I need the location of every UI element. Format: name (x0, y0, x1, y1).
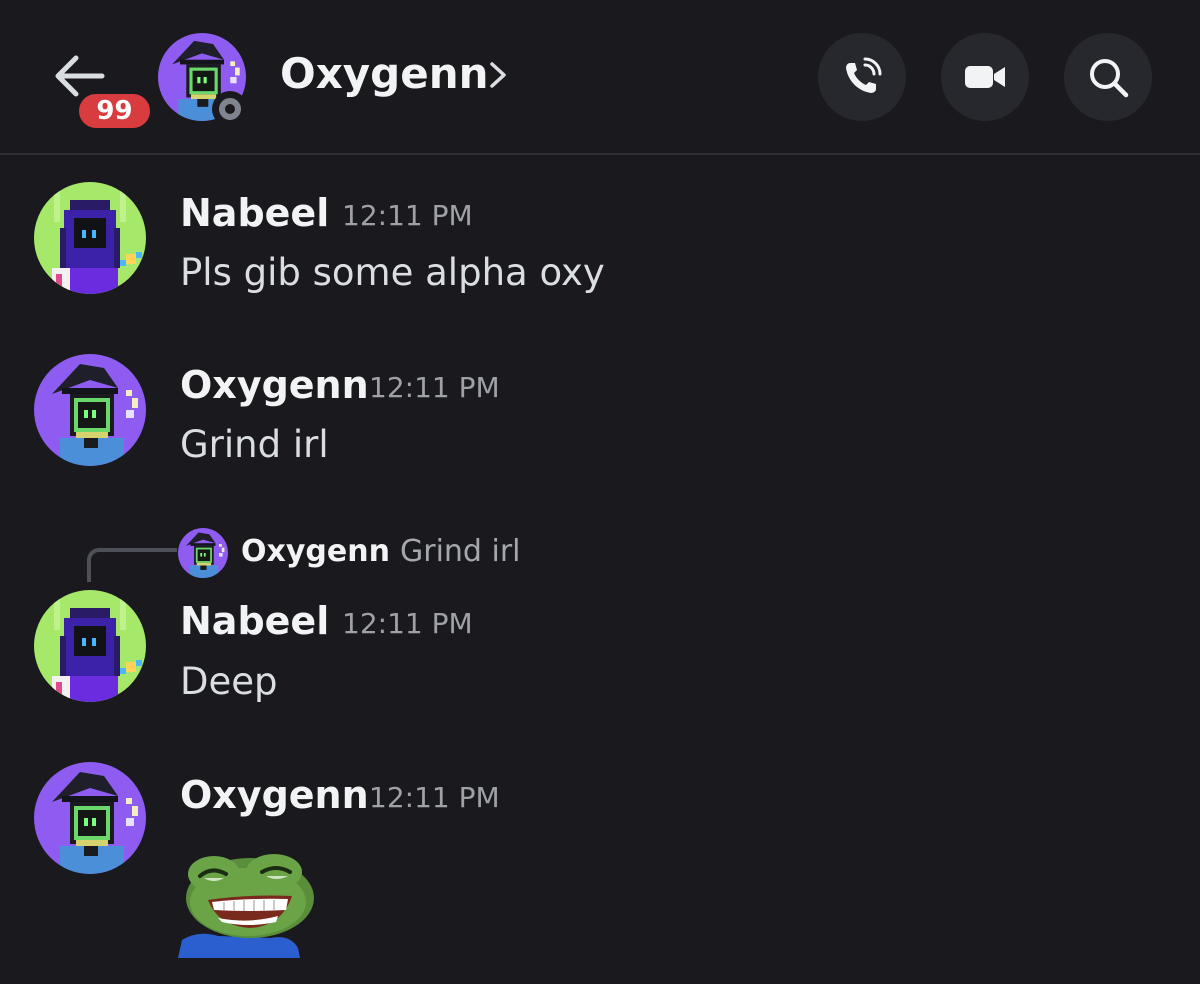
avatar[interactable] (34, 590, 146, 702)
unread-badge: 99 (75, 90, 154, 132)
search-button[interactable] (1064, 33, 1152, 121)
contact-name[interactable]: Oxygenn (280, 48, 489, 100)
chevron-right-icon[interactable] (486, 58, 510, 92)
avatar[interactable] (34, 182, 146, 294)
dm-screen: 99 Oxygenn Nabeel 12:11 PM Pls gib some … (0, 0, 1200, 984)
avatar[interactable] (34, 762, 146, 874)
video-call-button[interactable] (941, 33, 1029, 121)
video-camera-icon (965, 66, 1005, 88)
message-author[interactable]: Oxygenn (180, 362, 369, 408)
header-divider (0, 153, 1200, 155)
message-text: Grind irl (180, 423, 329, 466)
pepe-laughing-emoji[interactable] (178, 852, 316, 958)
message-author[interactable]: Nabeel (180, 598, 329, 644)
message-author[interactable]: Oxygenn (180, 772, 369, 818)
message-timestamp: 12:11 PM (369, 781, 500, 814)
message-timestamp: 12:11 PM (342, 199, 473, 232)
avatar[interactable] (34, 354, 146, 466)
phone-call-icon (846, 57, 882, 93)
reply-avatar (178, 528, 228, 578)
message-timestamp: 12:11 PM (369, 371, 500, 404)
message-text: Deep (180, 660, 278, 703)
reply-preview[interactable]: Grind irl (400, 532, 521, 572)
voice-call-button[interactable] (818, 33, 906, 121)
dm-header: 99 Oxygenn (0, 0, 1200, 154)
search-icon (1090, 59, 1129, 98)
message-text: Pls gib some alpha oxy (180, 251, 605, 294)
message-timestamp: 12:11 PM (342, 607, 473, 640)
reply-connector (87, 548, 177, 582)
message-author[interactable]: Nabeel (180, 190, 329, 236)
reply-author[interactable]: Oxygenn (241, 532, 390, 572)
offline-status-icon (212, 91, 248, 127)
